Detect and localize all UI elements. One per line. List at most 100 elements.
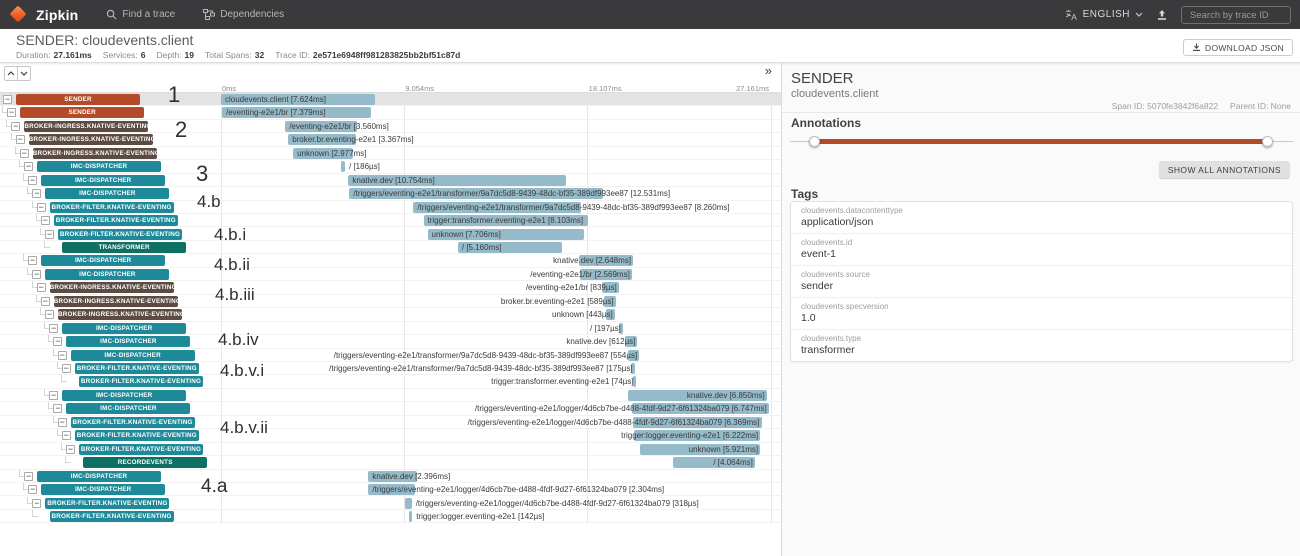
span-label: unknown [5.921ms]: [689, 443, 758, 456]
span-label: unknown [7.706ms]: [432, 228, 501, 241]
collapse-toggle[interactable]: −: [28, 256, 37, 265]
collapse-toggle[interactable]: −: [32, 189, 41, 198]
collapse-panel-icon[interactable]: »: [765, 63, 772, 78]
trace-span-row[interactable]: BROKER-FILTER.KNATIVE-EVENTINGtrigger:tr…: [0, 375, 781, 388]
service-badge: IMC-DISPATCHER: [66, 403, 190, 414]
span-label: broker.br.eventing-e2e1 [589µs]: [501, 295, 614, 308]
trace-span-row[interactable]: TRANSFORMER/ [5.160ms]: [0, 241, 781, 254]
collapse-toggle[interactable]: −: [32, 270, 41, 279]
service-badge: IMC-DISPATCHER: [62, 323, 186, 334]
trace-span-row[interactable]: −IMC-DISPATCHER/triggers/eventing-e2e1/l…: [0, 483, 781, 496]
trace-span-row[interactable]: −BROKER-FILTER.KNATIVE-EVENTING unknown […: [0, 443, 781, 456]
collapse-toggle[interactable]: −: [37, 283, 46, 292]
trace-span-row[interactable]: RECORDEVENTS/ [4.064ms]: [0, 456, 781, 469]
tags-heading: Tags: [791, 187, 818, 201]
service-badge: BROKER-FILTER.KNATIVE-EVENTING: [79, 376, 203, 387]
nav-item-label: Dependencies: [220, 9, 284, 20]
trace-span-row[interactable]: −BROKER-INGRESS.KNATIVE-EVENTINGbroker.b…: [0, 133, 781, 146]
collapse-toggle[interactable]: −: [20, 149, 29, 158]
collapse-toggle[interactable]: −: [24, 162, 33, 171]
collapse-toggle[interactable]: −: [32, 499, 41, 508]
trace-span-row[interactable]: −IMC-DISPATCHER/triggers/eventing-e2e1/t…: [0, 349, 781, 362]
trace-span-row[interactable]: −IMC-DISPATCHER/ [197µs]: [0, 322, 781, 335]
trace-span-row[interactable]: −BROKER-INGRESS.KNATIVE-EVENTINGunknown …: [0, 308, 781, 321]
language-selector[interactable]: A ENGLISH: [1065, 9, 1143, 21]
nav-item-find-a-trace[interactable]: Find a trace: [106, 9, 175, 20]
trace-span-row[interactable]: −IMC-DISPATCHERknative.dev [2.396ms]: [0, 470, 781, 483]
navbar-right-group: A ENGLISH: [1065, 5, 1291, 25]
show-all-annotations-button[interactable]: SHOW ALL ANNOTATIONS: [1159, 161, 1290, 178]
trace-span-row[interactable]: −BROKER-FILTER.KNATIVE-EVENTING/triggers…: [0, 362, 781, 375]
service-badge: BROKER-FILTER.KNATIVE-EVENTING: [79, 444, 203, 455]
trace-span-row[interactable]: −BROKER-FILTER.KNATIVE-EVENTINGunknown […: [0, 228, 781, 241]
trace-span-row[interactable]: −BROKER-INGRESS.KNATIVE-EVENTINGunknown …: [0, 147, 781, 160]
trace-span-row[interactable]: −BROKER-INGRESS.KNATIVE-EVENTING/eventin…: [0, 281, 781, 294]
span-detail-panel: SENDER cloudevents.client Span ID: 5070f…: [781, 63, 1300, 556]
collapse-toggle[interactable]: −: [62, 364, 71, 373]
download-json-button[interactable]: DOWNLOAD JSON: [1183, 39, 1293, 56]
trace-span-row[interactable]: −IMC-DISPATCHERknative.dev [10.754ms]: [0, 174, 781, 187]
tag-key: cloudevents.source: [801, 269, 1282, 280]
trace-id-search-input[interactable]: [1181, 6, 1291, 24]
trace-stat: Services:6: [103, 50, 146, 60]
span-label: /triggers/eventing-e2e1/transformer/9a7d…: [417, 201, 729, 214]
collapse-toggle[interactable]: −: [49, 391, 58, 400]
collapse-toggle[interactable]: −: [66, 445, 75, 454]
slider-handle-left[interactable]: [809, 136, 820, 147]
collapse-toggle[interactable]: −: [41, 297, 50, 306]
annotation-slider[interactable]: [790, 135, 1293, 147]
chevron-down-icon: [20, 71, 28, 76]
span-service-title: SENDER: [791, 70, 854, 87]
collapse-toggle[interactable]: −: [28, 176, 37, 185]
collapse-toggle[interactable]: −: [16, 135, 25, 144]
service-badge: IMC-DISPATCHER: [37, 471, 161, 482]
trace-span-row[interactable]: −BROKER-FILTER.KNATIVE-EVENTING/triggers…: [0, 416, 781, 429]
service-badge: RECORDEVENTS: [83, 457, 207, 468]
span-label: /eventing-e2e1/br [2.569ms]: [530, 268, 630, 281]
service-badge: BROKER-INGRESS.KNATIVE-EVENTING: [24, 121, 148, 132]
trace-span-row[interactable]: −BROKER-INGRESS.KNATIVE-EVENTINGbroker.b…: [0, 295, 781, 308]
trace-span-row[interactable]: −IMC-DISPATCHERknative.dev [612µs]: [0, 335, 781, 348]
trace-span-row[interactable]: −IMC-DISPATCHER/triggers/eventing-e2e1/t…: [0, 187, 781, 200]
collapse-toggle[interactable]: −: [37, 203, 46, 212]
collapse-toggle[interactable]: −: [45, 310, 54, 319]
trace-span-row[interactable]: −BROKER-FILTER.KNATIVE-EVENTINGtrigger:l…: [0, 429, 781, 442]
collapse-toggle[interactable]: −: [7, 108, 16, 117]
upload-icon[interactable]: [1156, 9, 1168, 21]
scroll-up-button[interactable]: [4, 66, 18, 81]
trace-span-row[interactable]: BROKER-FILTER.KNATIVE-EVENTINGtrigger:lo…: [0, 510, 781, 523]
collapse-toggle[interactable]: −: [24, 472, 33, 481]
collapse-toggle[interactable]: −: [53, 404, 62, 413]
service-badge: TRANSFORMER: [62, 242, 186, 253]
collapse-toggle[interactable]: −: [49, 324, 58, 333]
scroll-down-button[interactable]: [17, 66, 31, 81]
collapse-toggle[interactable]: −: [11, 122, 20, 131]
trace-span-row[interactable]: −IMC-DISPATCHER/triggers/eventing-e2e1/l…: [0, 402, 781, 415]
trace-span-row[interactable]: −BROKER-FILTER.KNATIVE-EVENTING/triggers…: [0, 201, 781, 214]
collapse-toggle[interactable]: −: [62, 431, 71, 440]
collapse-toggle[interactable]: −: [41, 216, 50, 225]
collapse-toggle[interactable]: −: [28, 485, 37, 494]
trace-span-row[interactable]: −IMC-DISPATCHERknative.dev [6.850ms]: [0, 389, 781, 402]
trace-span-row[interactable]: −BROKER-FILTER.KNATIVE-EVENTINGtrigger:t…: [0, 214, 781, 227]
collapse-toggle[interactable]: −: [58, 418, 67, 427]
tags-card: cloudevents.datacontenttypeapplication/j…: [790, 201, 1293, 362]
timeline-tick-label: 9.054ms: [405, 84, 434, 93]
span-label: knative.dev [2.648ms]: [553, 254, 631, 267]
trace-span-row[interactable]: −SENDERcloudevents.client [7.624ms]: [0, 93, 781, 106]
trace-span-row[interactable]: −BROKER-INGRESS.KNATIVE-EVENTING/eventin…: [0, 120, 781, 133]
trace-span-row[interactable]: −IMC-DISPATCHERknative.dev [2.648ms]: [0, 254, 781, 267]
trace-span-row[interactable]: −IMC-DISPATCHER/ [186µs]: [0, 160, 781, 173]
trace-span-row[interactable]: −IMC-DISPATCHER/eventing-e2e1/br [2.569m…: [0, 268, 781, 281]
trace-span-row[interactable]: −BROKER-FILTER.KNATIVE-EVENTING/triggers…: [0, 497, 781, 510]
span-label: broker.br.eventing-e2e1 [3.367ms]: [292, 133, 413, 146]
collapse-toggle[interactable]: −: [53, 337, 62, 346]
annotations-heading: Annotations: [791, 116, 861, 130]
slider-handle-right[interactable]: [1262, 136, 1273, 147]
trace-span-row[interactable]: −SENDER/eventing-e2e1/br [7.379ms]: [0, 106, 781, 119]
collapse-toggle[interactable]: −: [3, 95, 12, 104]
nav-item-dependencies[interactable]: Dependencies: [203, 9, 284, 20]
collapse-toggle[interactable]: −: [45, 230, 54, 239]
tag-item: cloudevents.datacontenttypeapplication/j…: [791, 202, 1292, 233]
collapse-toggle[interactable]: −: [58, 351, 67, 360]
